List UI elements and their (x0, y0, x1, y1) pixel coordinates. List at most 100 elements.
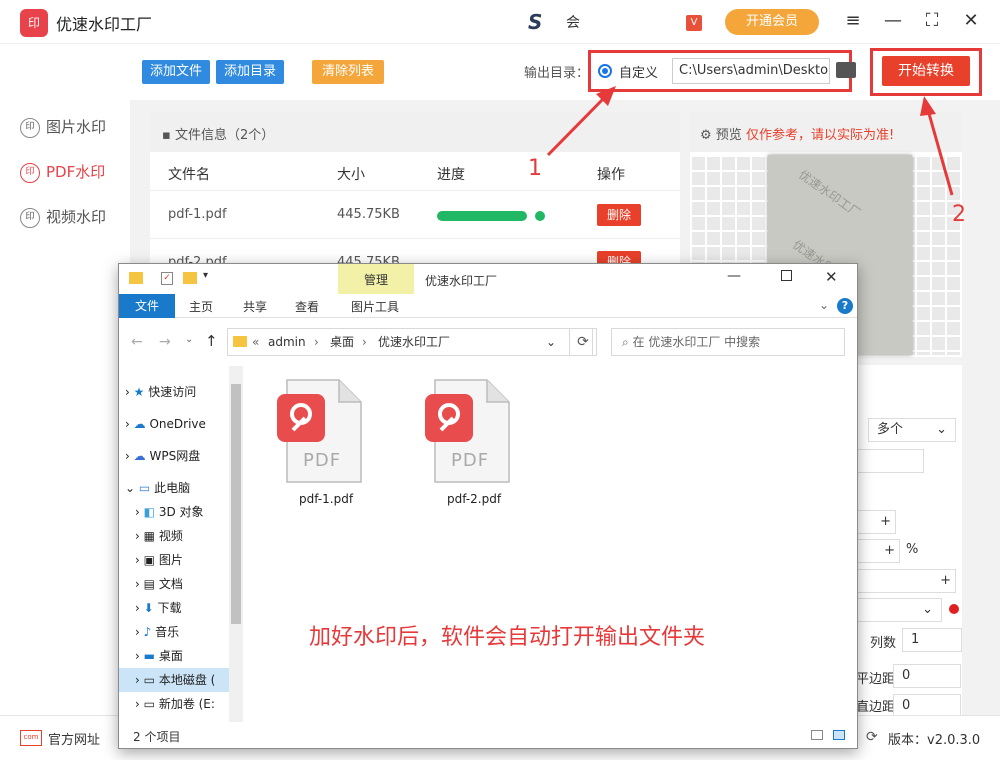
close-button[interactable]: ✕ (959, 10, 983, 31)
custom-radio[interactable] (598, 64, 612, 78)
nav-item-wps[interactable]: › ☁ WPS网盘 (119, 444, 243, 468)
nav-label: 本地磁盘 ( (158, 673, 216, 687)
open-vip-button[interactable]: 开通会员 (725, 9, 819, 35)
nav-item-pictures[interactable]: › ▣ 图片 (119, 548, 243, 572)
sidebar-item-video-watermark[interactable]: 印视频水印 (20, 206, 106, 228)
nav-item-downloads[interactable]: › ⬇ 下载 (119, 596, 243, 620)
nav-label: 下载 (157, 601, 182, 615)
help-icon[interactable]: ? (837, 298, 853, 314)
nav-item-new-volume[interactable]: › ▭ 新加卷 (E: (119, 692, 243, 716)
nav-label: 文档 (158, 577, 183, 591)
check-icon (535, 211, 545, 221)
expand-chevron-icon[interactable]: › (135, 625, 140, 639)
quick-access-dropdown-icon[interactable]: ▾ (203, 270, 208, 281)
start-convert-button[interactable]: 开始转换 (882, 56, 970, 86)
breadcrumb-overflow[interactable]: « (252, 329, 259, 355)
file-panel-title: 文件信息（2个） (174, 128, 275, 143)
search-input[interactable]: ⌕ 在 优速水印工厂 中搜索 (611, 328, 845, 356)
breadcrumb-desktop[interactable]: 桌面 (330, 329, 354, 355)
official-website-link[interactable]: 官方网址 (48, 729, 100, 748)
select-dropdown[interactable]: ⌄ (854, 598, 942, 622)
column-header-name: 文件名 (168, 167, 210, 183)
nav-item-documents[interactable]: › ▤ 文档 (119, 572, 243, 596)
folder-icon[interactable] (836, 62, 856, 78)
recent-dropdown-icon[interactable]: ⌄ (185, 334, 193, 345)
delete-button[interactable]: 删除 (597, 204, 641, 226)
margin-label: 直边距 (856, 700, 896, 715)
output-path-input[interactable]: C:\Users\admin\Deskto (672, 58, 830, 84)
expand-chevron-icon[interactable]: › (135, 673, 140, 687)
close-button[interactable]: ✕ (825, 268, 838, 286)
nav-item-quick-access[interactable]: › ★ 快速访问 (119, 380, 243, 404)
maximize-button[interactable]: ⛶ (920, 10, 944, 31)
nav-item-3d[interactable]: › ◧ 3D 对象 (119, 500, 243, 524)
preview-watermark: 优速水印工厂 (796, 167, 864, 221)
scrollbar-thumb[interactable] (231, 384, 241, 624)
nav-label: 3D 对象 (158, 505, 204, 519)
file-explorer-window: ✓ ▾ 优速水印工厂 — ✕ 管理 文件 主页 共享 查看 图片工具 ⌄ ? ←… (118, 263, 858, 749)
chevron-down-icon[interactable]: ⌄ (819, 298, 829, 312)
expand-chevron-icon[interactable]: › (135, 553, 140, 567)
expand-chevron-icon[interactable]: › (135, 505, 140, 519)
details-view-icon[interactable] (811, 730, 823, 740)
refresh-button[interactable]: ⟳ (569, 328, 597, 356)
count-dropdown[interactable]: 多个 ⌄ (868, 418, 956, 442)
expand-chevron-icon[interactable]: › (135, 529, 140, 543)
expand-chevron-icon[interactable]: › (135, 601, 140, 615)
plus-button[interactable]: + (854, 569, 956, 593)
large-icons-view-icon[interactable] (833, 730, 845, 740)
address-bar[interactable]: « admin › 桌面 › 优速水印工厂 ⌄ (227, 328, 593, 356)
expand-chevron-icon[interactable]: › (135, 697, 140, 711)
file-item[interactable]: PDF pdf-2.pdf (421, 378, 521, 518)
nav-label: 新加卷 (E: (158, 697, 215, 711)
nav-item-onedrive[interactable]: › ☁ OneDrive (119, 412, 243, 436)
tab-file[interactable]: 文件 (119, 294, 175, 318)
expand-chevron-icon[interactable]: › (125, 417, 130, 431)
dropdown-value: 多个 (877, 422, 904, 437)
properties-icon[interactable]: ✓ (161, 272, 173, 285)
add-file-button[interactable]: 添加文件 (142, 60, 210, 84)
nav-item-music[interactable]: › ♪ 音乐 (119, 620, 243, 644)
clear-list-button[interactable]: 清除列表 (312, 60, 384, 84)
breadcrumb-folder[interactable]: 优速水印工厂 (378, 329, 450, 355)
output-dir-label: 输出目录： (524, 66, 590, 81)
menu-icon[interactable]: ≡ (841, 10, 865, 31)
expand-chevron-icon[interactable]: › (135, 577, 140, 591)
tab-picture-tools[interactable]: 图片工具 (351, 298, 399, 315)
breadcrumb-admin[interactable]: admin (268, 329, 306, 355)
nav-item-this-pc[interactable]: ⌄ ▭ 此电脑 (119, 476, 243, 500)
folder-icon (129, 272, 143, 284)
expand-chevron-icon[interactable]: ⌄ (125, 481, 135, 495)
expand-chevron-icon[interactable]: › (125, 385, 130, 399)
columns-stepper[interactable]: 1 (902, 628, 962, 652)
sidebar-item-pdf-watermark[interactable]: 印 PDF水印 (20, 161, 105, 183)
tab-home[interactable]: 主页 (189, 298, 213, 315)
watermark-icon: 印 (20, 162, 40, 183)
minimize-button[interactable]: — (727, 268, 741, 284)
plus-button[interactable]: + (854, 510, 896, 534)
up-arrow-icon[interactable]: ↑ (205, 332, 218, 350)
back-arrow-icon[interactable]: ← (131, 334, 143, 350)
forward-arrow-icon[interactable]: → (159, 334, 171, 350)
minimize-button[interactable]: — (881, 10, 905, 31)
file-name: pdf-2.pdf (447, 492, 502, 506)
refresh-icon[interactable]: ⟳ (866, 729, 878, 745)
margin-stepper[interactable]: 0 (893, 664, 961, 688)
file-item[interactable]: PDF pdf-1.pdf (273, 378, 373, 518)
nav-item-videos[interactable]: › ▦ 视频 (119, 524, 243, 548)
chevron-down-icon[interactable]: ⌄ (546, 329, 556, 355)
tab-manage[interactable]: 管理 (338, 264, 414, 294)
tab-share[interactable]: 共享 (243, 298, 267, 315)
sidebar-item-image-watermark[interactable]: 印图片水印 (20, 116, 106, 138)
nav-label: 此电脑 (154, 481, 191, 495)
add-directory-button[interactable]: 添加目录 (216, 60, 284, 84)
plus-button[interactable]: + (854, 539, 900, 563)
expand-chevron-icon[interactable]: › (135, 649, 140, 663)
tab-view[interactable]: 查看 (295, 298, 319, 315)
text-field[interactable] (854, 449, 924, 473)
expand-chevron-icon[interactable]: › (125, 449, 130, 463)
nav-item-desktop[interactable]: › ▬ 桌面 (119, 644, 243, 668)
maximize-button[interactable] (781, 270, 792, 281)
new-folder-icon[interactable] (183, 272, 197, 284)
nav-item-local-disk[interactable]: › ▭ 本地磁盘 ( (119, 668, 243, 692)
